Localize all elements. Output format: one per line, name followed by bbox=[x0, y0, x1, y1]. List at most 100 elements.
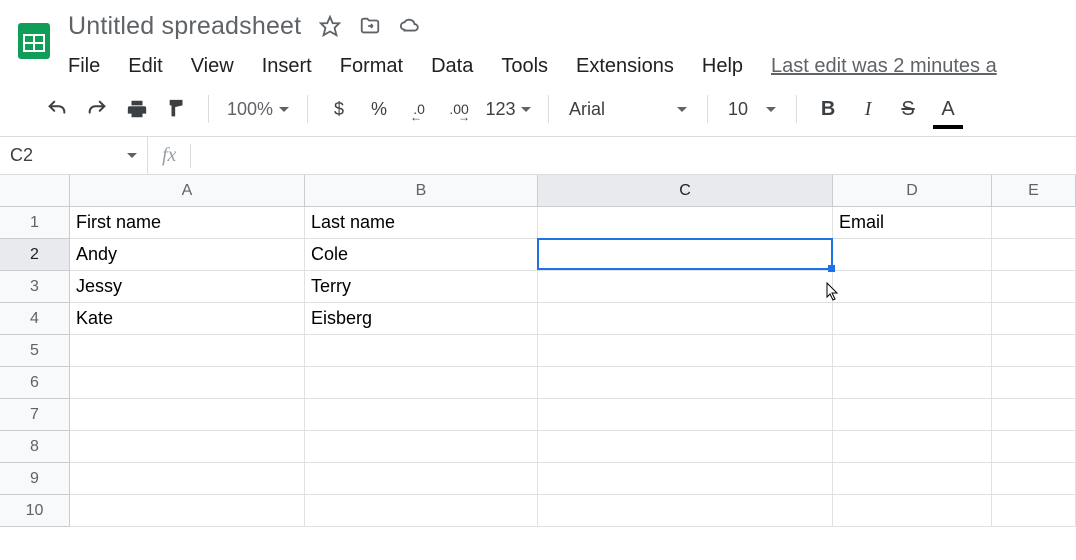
menu-extensions[interactable]: Extensions bbox=[562, 51, 688, 82]
undo-button[interactable] bbox=[40, 92, 74, 126]
cloud-status-icon[interactable] bbox=[399, 15, 421, 37]
name-box[interactable]: C2 bbox=[0, 137, 148, 174]
menu-view[interactable]: View bbox=[177, 51, 248, 82]
cell-E8[interactable] bbox=[992, 431, 1076, 463]
cell-E4[interactable] bbox=[992, 303, 1076, 335]
cell-B1[interactable]: Last name bbox=[305, 207, 538, 239]
select-all-corner[interactable] bbox=[0, 175, 70, 206]
menu-edit[interactable]: Edit bbox=[114, 51, 176, 82]
cell-B10[interactable] bbox=[305, 495, 538, 527]
cell-C1[interactable] bbox=[538, 207, 833, 239]
cell-C4[interactable] bbox=[538, 303, 833, 335]
cell-D9[interactable] bbox=[833, 463, 992, 495]
cell-C2[interactable] bbox=[538, 239, 833, 271]
format-percent-button[interactable]: % bbox=[362, 92, 396, 126]
cell-A5[interactable] bbox=[70, 335, 305, 367]
cell-D3[interactable] bbox=[833, 271, 992, 303]
cell-D6[interactable] bbox=[833, 367, 992, 399]
row-header-1[interactable]: 1 bbox=[0, 207, 70, 239]
row-header-2[interactable]: 2 bbox=[0, 239, 70, 271]
font-select[interactable]: Arial bbox=[563, 99, 693, 120]
row-header-4[interactable]: 4 bbox=[0, 303, 70, 335]
formula-bar-input[interactable] bbox=[191, 137, 1076, 174]
strikethrough-button[interactable]: S bbox=[891, 92, 925, 126]
row-header-9[interactable]: 9 bbox=[0, 463, 70, 495]
cell-B6[interactable] bbox=[305, 367, 538, 399]
cell-E3[interactable] bbox=[992, 271, 1076, 303]
cell-C5[interactable] bbox=[538, 335, 833, 367]
cell-E9[interactable] bbox=[992, 463, 1076, 495]
cell-D8[interactable] bbox=[833, 431, 992, 463]
cell-C6[interactable] bbox=[538, 367, 833, 399]
print-button[interactable] bbox=[120, 92, 154, 126]
cell-C9[interactable] bbox=[538, 463, 833, 495]
col-header-B[interactable]: B bbox=[305, 175, 538, 206]
star-icon[interactable] bbox=[319, 15, 341, 37]
menu-tools[interactable]: Tools bbox=[487, 51, 562, 82]
decrease-decimal-button[interactable]: .0← bbox=[402, 92, 436, 126]
italic-button[interactable]: I bbox=[851, 92, 885, 126]
cell-reference: C2 bbox=[10, 145, 33, 166]
cell-A6[interactable] bbox=[70, 367, 305, 399]
format-currency-button[interactable]: $ bbox=[322, 92, 356, 126]
cell-C10[interactable] bbox=[538, 495, 833, 527]
cell-D5[interactable] bbox=[833, 335, 992, 367]
col-header-E[interactable]: E bbox=[992, 175, 1076, 206]
row-header-8[interactable]: 8 bbox=[0, 431, 70, 463]
cell-A3[interactable]: Jessy bbox=[70, 271, 305, 303]
cell-D1[interactable]: Email bbox=[833, 207, 992, 239]
menu-data[interactable]: Data bbox=[417, 51, 487, 82]
menu-format[interactable]: Format bbox=[326, 51, 417, 82]
cell-D4[interactable] bbox=[833, 303, 992, 335]
cell-E1[interactable] bbox=[992, 207, 1076, 239]
row-header-6[interactable]: 6 bbox=[0, 367, 70, 399]
row-header-10[interactable]: 10 bbox=[0, 495, 70, 527]
cell-A4[interactable]: Kate bbox=[70, 303, 305, 335]
cell-D7[interactable] bbox=[833, 399, 992, 431]
cell-B3[interactable]: Terry bbox=[305, 271, 538, 303]
last-edit-link[interactable]: Last edit was 2 minutes a bbox=[771, 55, 997, 78]
cell-B9[interactable] bbox=[305, 463, 538, 495]
row-header-7[interactable]: 7 bbox=[0, 399, 70, 431]
text-color-button[interactable]: A bbox=[931, 92, 965, 126]
cell-A1[interactable]: First name bbox=[70, 207, 305, 239]
cell-B7[interactable] bbox=[305, 399, 538, 431]
cell-A9[interactable] bbox=[70, 463, 305, 495]
cell-A2[interactable]: Andy bbox=[70, 239, 305, 271]
cell-B2[interactable]: Cole bbox=[305, 239, 538, 271]
cell-A10[interactable] bbox=[70, 495, 305, 527]
cell-B4[interactable]: Eisberg bbox=[305, 303, 538, 335]
cell-E6[interactable] bbox=[992, 367, 1076, 399]
cell-B5[interactable] bbox=[305, 335, 538, 367]
cell-A7[interactable] bbox=[70, 399, 305, 431]
menu-file[interactable]: File bbox=[68, 51, 114, 82]
bold-button[interactable]: B bbox=[811, 92, 845, 126]
cell-B8[interactable] bbox=[305, 431, 538, 463]
cell-E10[interactable] bbox=[992, 495, 1076, 527]
menu-help[interactable]: Help bbox=[688, 51, 757, 82]
row-header-5[interactable]: 5 bbox=[0, 335, 70, 367]
font-size-select[interactable]: 10 bbox=[722, 99, 782, 120]
cell-C8[interactable] bbox=[538, 431, 833, 463]
row-header-3[interactable]: 3 bbox=[0, 271, 70, 303]
zoom-select[interactable]: 100% bbox=[223, 99, 293, 120]
menu-insert[interactable]: Insert bbox=[248, 51, 326, 82]
cell-E5[interactable] bbox=[992, 335, 1076, 367]
more-formats-button[interactable]: 123 bbox=[482, 92, 534, 126]
redo-button[interactable] bbox=[80, 92, 114, 126]
col-header-A[interactable]: A bbox=[70, 175, 305, 206]
col-header-C[interactable]: C bbox=[538, 175, 833, 206]
increase-decimal-button[interactable]: .00→ bbox=[442, 92, 476, 126]
col-header-D[interactable]: D bbox=[833, 175, 992, 206]
cell-A8[interactable] bbox=[70, 431, 305, 463]
cell-D10[interactable] bbox=[833, 495, 992, 527]
cell-E2[interactable] bbox=[992, 239, 1076, 271]
paint-format-button[interactable] bbox=[160, 92, 194, 126]
cell-C7[interactable] bbox=[538, 399, 833, 431]
move-folder-icon[interactable] bbox=[359, 15, 381, 37]
cell-E7[interactable] bbox=[992, 399, 1076, 431]
sheets-logo-icon[interactable] bbox=[8, 8, 60, 74]
doc-title[interactable]: Untitled spreadsheet bbox=[68, 12, 301, 41]
cell-C3[interactable] bbox=[538, 271, 833, 303]
cell-D2[interactable] bbox=[833, 239, 992, 271]
